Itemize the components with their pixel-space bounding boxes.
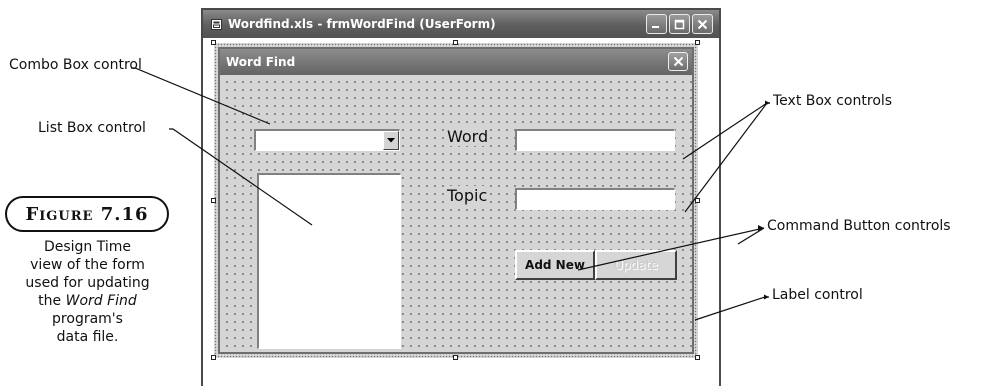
callout-leader-lines: [131, 67, 770, 321]
leader-list-box: [169, 128, 313, 226]
leader-text-box-2: [684, 102, 770, 213]
leader-arrow-label: [764, 294, 769, 300]
leader-combo-box: [131, 67, 271, 125]
leader-command-1: [577, 227, 765, 271]
leader-label: [694, 296, 769, 321]
leader-text-box-1: [682, 102, 770, 160]
leader-arrow-text-box: [765, 100, 770, 106]
